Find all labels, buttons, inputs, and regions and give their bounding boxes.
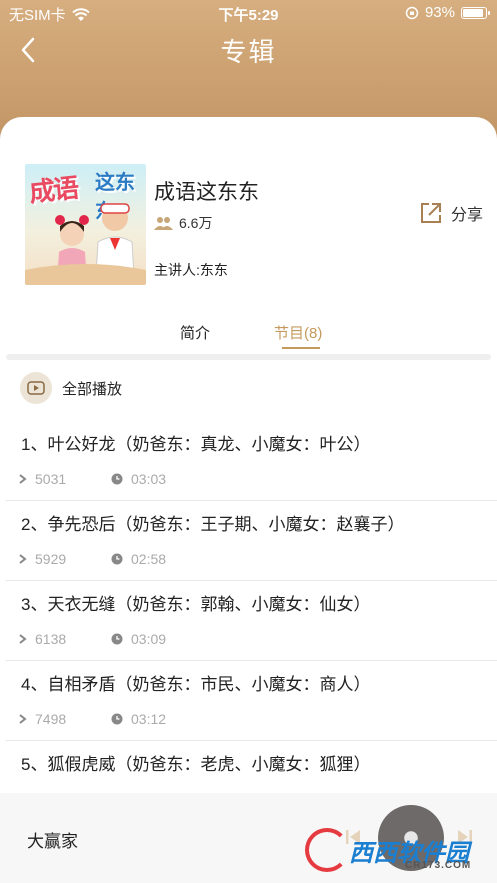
listen-count: 6.6万 xyxy=(179,215,213,231)
album-card: 成语 这东东 成语这东东 6.6万 主讲人:东东 xyxy=(0,117,497,883)
episode-meta: 5031 03:03 xyxy=(19,471,166,487)
page-title: 专辑 xyxy=(220,37,277,67)
battery-percent: 93% xyxy=(424,4,455,21)
share-button[interactable]: 分享 xyxy=(419,201,483,225)
section-divider xyxy=(6,354,491,360)
clock-icon xyxy=(111,633,123,645)
tab-programs[interactable]: 节目(8) xyxy=(274,322,322,343)
cover-book-illustration xyxy=(25,264,146,285)
album-title: 成语这东东 xyxy=(154,181,259,204)
episode-divider xyxy=(6,500,497,501)
play-all-label: 全部播放 xyxy=(62,380,123,398)
listen-count-row: 6.6万 xyxy=(154,213,212,233)
play-count-icon xyxy=(19,714,27,724)
episode-meta: 6138 03:09 xyxy=(19,631,166,647)
tab-bar: 简介 节目(8) xyxy=(0,317,497,357)
play-count-icon xyxy=(19,474,27,484)
album-cover: 成语 这东东 xyxy=(25,164,146,285)
share-label: 分享 xyxy=(450,207,483,224)
clock-icon xyxy=(111,713,123,725)
battery-icon xyxy=(461,6,490,19)
watermark-domain: CR173.COM xyxy=(405,860,472,871)
episode-title: 5、狐假虎威（奶爸东：老虎、小魔女：狐狸） xyxy=(21,755,371,774)
play-all-button[interactable]: 全部播放 xyxy=(20,372,122,404)
orientation-lock-icon xyxy=(405,6,419,19)
episode-duration: 02:58 xyxy=(131,551,167,567)
episode-item[interactable]: 4、自相矛盾（奶爸东：市民、小魔女：商人） 7498 03:12 xyxy=(0,670,497,750)
episode-meta: 5929 02:58 xyxy=(19,551,166,567)
episode-title: 1、叶公好龙（奶爸东：真龙、小魔女：叶公） xyxy=(21,435,371,454)
episode-divider xyxy=(6,660,497,661)
now-playing-title: 大赢家 xyxy=(27,832,78,851)
clock-icon xyxy=(111,473,123,485)
episode-plays: 7498 xyxy=(35,711,67,727)
episode-divider xyxy=(6,580,497,581)
episode-item[interactable]: 2、争先恐后（奶爸东：王子期、小魔女：赵襄子） 5929 02:58 xyxy=(0,510,497,590)
episode-title: 4、自相矛盾（奶爸东：市民、小魔女：商人） xyxy=(21,675,371,694)
share-icon xyxy=(420,203,441,223)
episode-divider xyxy=(6,740,497,741)
watermark-c-icon xyxy=(305,828,349,872)
host-label: 主讲人:东东 xyxy=(154,262,228,278)
listeners-icon xyxy=(154,217,173,230)
clock-icon xyxy=(111,553,123,565)
nav-bar: 专辑 xyxy=(0,26,497,76)
episode-plays: 6138 xyxy=(35,631,67,647)
episode-plays: 5929 xyxy=(35,551,67,567)
episode-title: 2、争先恐后（奶爸东：王子期、小魔女：赵襄子） xyxy=(21,515,405,534)
episode-item[interactable]: 1、叶公好龙（奶爸东：真龙、小魔女：叶公） 5031 03:03 xyxy=(0,430,497,510)
episode-title: 3、天衣无缝（奶爸东：郭翰、小魔女：仙女） xyxy=(21,595,371,614)
play-count-icon xyxy=(19,554,27,564)
episode-duration: 03:09 xyxy=(131,631,167,647)
cover-title-main: 成语 xyxy=(27,172,79,208)
play-all-icon xyxy=(20,372,52,404)
play-count-icon xyxy=(19,634,27,644)
episode-meta: 7498 03:12 xyxy=(19,711,166,727)
episode-duration: 03:12 xyxy=(131,711,167,727)
episode-item[interactable]: 3、天衣无缝（奶爸东：郭翰、小魔女：仙女） 6138 03:09 xyxy=(0,590,497,670)
tab-intro[interactable]: 简介 xyxy=(180,322,210,343)
watermark-logo: 西西软件园 CR173.COM xyxy=(305,825,490,875)
status-bar: 无SIM卡 下午5:29 93% xyxy=(0,0,497,26)
episode-duration: 03:03 xyxy=(131,471,167,487)
tab-active-indicator xyxy=(282,347,320,349)
episode-plays: 5031 xyxy=(35,471,67,487)
